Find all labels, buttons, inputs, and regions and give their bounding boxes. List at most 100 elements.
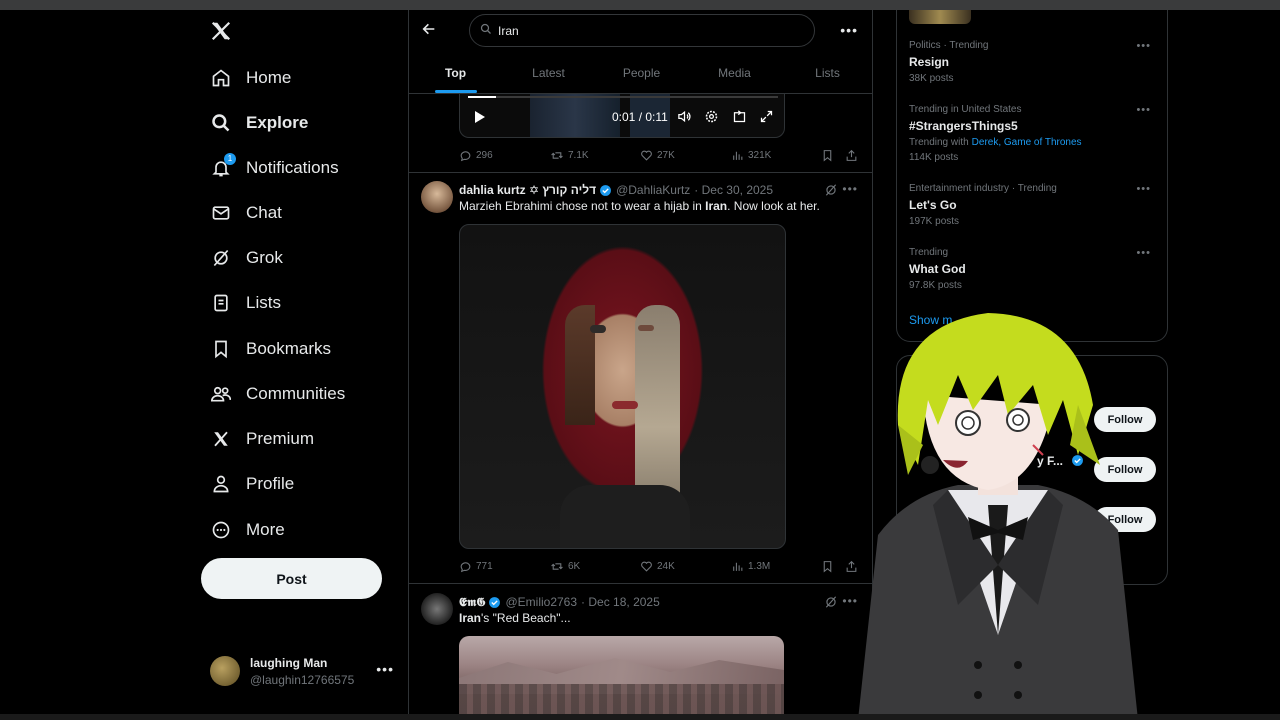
tweet-text: Iran's "Red Beach"... — [459, 611, 571, 625]
author-name[interactable]: 𝕰𝖒𝕲 — [459, 595, 485, 610]
search-input[interactable] — [498, 23, 798, 38]
x-logo-icon[interactable] — [210, 20, 234, 44]
repost-button[interactable]: 6K — [550, 560, 580, 573]
account-handle: @laughin12766575 — [250, 672, 355, 687]
account-switcher[interactable]: laughing Man @laughin12766575 ••• — [210, 653, 400, 689]
nav-premium-label: Premium — [246, 429, 315, 448]
nav-communities[interactable]: Communities — [200, 374, 345, 414]
views-count: 1.3M — [748, 560, 771, 572]
like-button[interactable]: 24K — [640, 560, 675, 573]
play-icon[interactable] — [474, 110, 486, 129]
more-dots-icon[interactable]: ••• — [1136, 183, 1151, 195]
notification-badge: 1 — [224, 153, 236, 165]
verified-badge-icon — [489, 596, 501, 608]
nav-chat[interactable]: Chat — [200, 193, 282, 233]
picture-in-picture-icon[interactable] — [732, 109, 748, 125]
like-count: 24K — [657, 560, 675, 572]
author-handle[interactable]: @Emilio2763 — [505, 595, 577, 609]
bookmark-icon — [210, 338, 232, 360]
verified-badge-icon — [600, 184, 611, 196]
search-term-highlight: Iran — [459, 611, 482, 625]
nav-home[interactable]: Home — [200, 58, 291, 98]
avatar[interactable] — [421, 593, 453, 625]
nav-bookmarks[interactable]: Bookmarks — [200, 329, 331, 369]
grok-icon[interactable] — [824, 183, 838, 197]
like-button[interactable]: 27K — [640, 149, 675, 162]
nav-profile[interactable]: Profile — [200, 464, 294, 504]
video-time: 0:01 / 0:11 — [612, 110, 668, 124]
trend-topic: What God — [909, 262, 966, 276]
account-name: laughing Man — [250, 655, 328, 670]
nav-premium[interactable]: Premium — [200, 419, 314, 459]
nav-explore[interactable]: Explore — [200, 103, 308, 143]
more-dots-icon[interactable]: ••• — [1136, 40, 1151, 52]
search-term-highlight: Iran — [705, 199, 728, 213]
video-progress-bar[interactable] — [468, 96, 778, 98]
share-icon[interactable] — [845, 149, 862, 162]
author-name[interactable]: dahlia kurtz ✡ דליה קורץ — [459, 183, 596, 197]
more-circle-icon — [210, 519, 232, 541]
bookmark-icon[interactable] — [821, 560, 838, 573]
tweet-text: Marzieh Ebrahimi chose not to wear a hij… — [459, 199, 820, 213]
browser-bottom-strip — [0, 714, 1280, 720]
search-tabs: Top Latest People Media Lists — [409, 52, 872, 94]
more-dots-icon[interactable]: ••• — [842, 182, 858, 196]
volume-icon[interactable] — [677, 109, 693, 125]
repost-icon — [551, 562, 563, 570]
divider — [409, 172, 872, 173]
trend-topic: Resign — [909, 55, 950, 69]
photo-detail — [565, 305, 595, 425]
photo-detail — [459, 684, 784, 714]
more-dots-icon[interactable]: ••• — [1136, 247, 1151, 259]
tab-people[interactable]: People — [595, 52, 688, 93]
search-box[interactable] — [469, 14, 815, 47]
nav-chat-label: Chat — [246, 203, 282, 222]
tweet-date[interactable]: · Dec 18, 2025 — [581, 595, 660, 609]
communities-icon — [210, 383, 232, 405]
tab-latest[interactable]: Latest — [502, 52, 595, 93]
grok-icon[interactable] — [824, 595, 838, 609]
nav-lists-label: Lists — [246, 293, 281, 312]
nav-grok[interactable]: Grok — [200, 238, 283, 278]
nav-grok-label: Grok — [246, 248, 283, 267]
post-button[interactable]: Post — [201, 558, 382, 599]
tweet-text-part: 's "Red Beach"... — [481, 611, 571, 625]
repost-count: 6K — [568, 560, 581, 572]
video-player[interactable]: 0:01 / 0:11 — [459, 94, 785, 138]
trend-meta: Trending in United States — [909, 104, 1022, 115]
settings-gear-icon[interactable] — [704, 109, 720, 125]
more-dots-icon[interactable]: ••• — [376, 661, 394, 677]
bookmark-icon[interactable] — [821, 149, 838, 162]
author-handle[interactable]: @DahliaKurtz — [616, 183, 690, 197]
trend-item[interactable]: Entertainment industry · Trending Let's … — [909, 183, 1159, 227]
video-progress-fill — [468, 96, 496, 98]
trend-related-links[interactable]: Derek, Game of Thrones — [972, 137, 1082, 148]
repost-button[interactable]: 7.1K — [550, 149, 589, 162]
search-options-icon[interactable]: ••• — [840, 22, 858, 38]
tab-lists[interactable]: Lists — [781, 52, 872, 93]
fullscreen-icon[interactable] — [759, 109, 775, 125]
tab-top[interactable]: Top — [409, 52, 502, 93]
nav-explore-label: Explore — [246, 113, 309, 132]
nav-lists[interactable]: Lists — [200, 283, 281, 323]
left-navigation: Home Explore 1 Notifications Chat Grok L… — [200, 10, 408, 714]
nav-notifications[interactable]: 1 Notifications — [200, 148, 339, 188]
trend-item[interactable]: Trending What God 97.8K posts ••• — [909, 247, 1159, 291]
avatar[interactable] — [421, 181, 453, 213]
vtuber-avatar-overlay — [858, 313, 1138, 720]
photo-detail — [590, 325, 606, 333]
more-dots-icon[interactable]: ••• — [1136, 104, 1151, 116]
views-button[interactable]: 321K — [731, 149, 771, 162]
nav-more[interactable]: More — [200, 510, 285, 550]
back-arrow-icon[interactable] — [421, 21, 439, 39]
trend-item[interactable]: Politics · Trending Resign 38K posts ••• — [909, 40, 1159, 84]
tab-media[interactable]: Media — [688, 52, 781, 93]
tweet-photo[interactable] — [459, 636, 784, 714]
trend-count: 38K posts — [909, 73, 954, 84]
tweet-photo[interactable] — [459, 224, 786, 549]
reply-button[interactable]: 771 — [459, 560, 493, 573]
views-button[interactable]: 1.3M — [731, 560, 770, 573]
trend-item[interactable]: Trending in United States #StrangersThin… — [909, 104, 1159, 163]
tweet-date[interactable]: · Dec 30, 2025 — [694, 183, 773, 197]
reply-button[interactable]: 296 — [459, 149, 493, 162]
